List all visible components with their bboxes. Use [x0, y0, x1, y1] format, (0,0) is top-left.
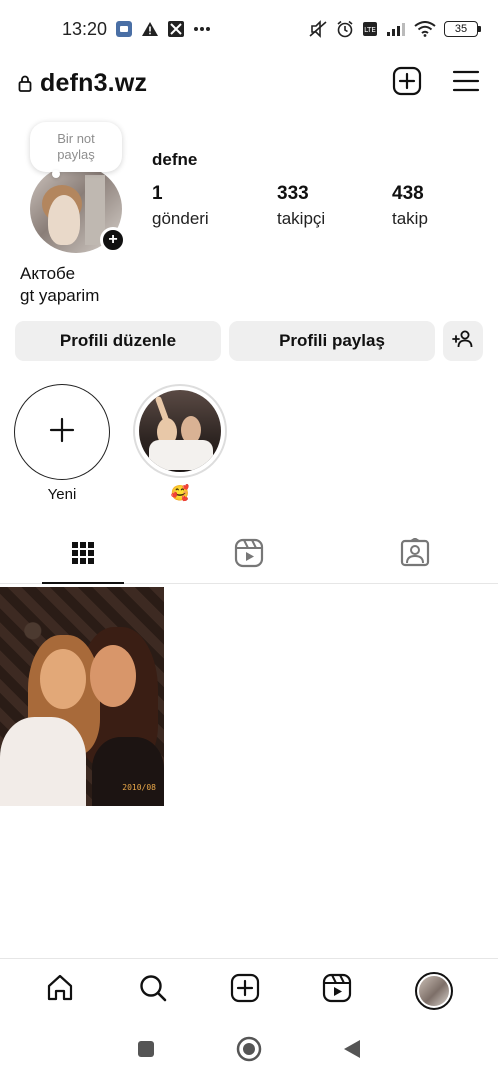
posts-label: gönderi [152, 209, 209, 228]
highlight-ring [133, 384, 227, 478]
reels-nav-icon[interactable] [322, 973, 352, 1008]
bio: Актобе gt yaparim [20, 263, 99, 307]
status-time: 13:20 [62, 18, 108, 39]
bio-line: gt yaparim [20, 286, 100, 305]
account-username[interactable]: defn3.wz [40, 69, 147, 98]
edit-profile-button[interactable]: Profili düzenle [15, 321, 221, 361]
back-icon[interactable] [342, 1038, 362, 1065]
new-highlight-label: Yeni [47, 486, 77, 503]
search-icon[interactable] [138, 973, 168, 1008]
display-name: defne [152, 150, 198, 169]
more-notifications-icon [193, 26, 211, 32]
following-count: 438 [392, 183, 424, 204]
gallery-notification-icon [115, 20, 133, 38]
home-icon[interactable] [45, 973, 75, 1008]
battery-indicator: 35 [444, 21, 481, 37]
wifi-icon [414, 21, 436, 37]
add-story-icon[interactable]: + [100, 227, 126, 253]
signal-icon [386, 22, 406, 36]
posts-stat[interactable]: 1 gönderi [152, 183, 209, 229]
posts-count: 1 [152, 183, 163, 204]
tagged-icon [400, 537, 430, 573]
menu-icon[interactable] [452, 69, 480, 98]
new-highlight[interactable]: Yeni [14, 384, 110, 503]
followers-stat[interactable]: 333 takipçi [277, 183, 325, 229]
system-navigation [0, 1022, 498, 1080]
volte-icon: LTE [362, 21, 378, 37]
mute-icon [308, 20, 328, 38]
share-note-bubble[interactable]: Bir not paylaş [30, 122, 122, 178]
create-new-icon[interactable] [392, 66, 422, 101]
svg-text:LTE: LTE [364, 26, 376, 34]
profile-nav-avatar[interactable] [414, 971, 453, 1010]
followers-label: takipçi [277, 209, 326, 228]
warning-icon [141, 21, 159, 37]
story-highlight[interactable]: 🥰 [133, 384, 227, 502]
profile-tabs [0, 528, 498, 584]
bio-line: Актобе [20, 264, 76, 283]
tab-reels[interactable] [166, 528, 332, 583]
recents-icon[interactable] [136, 1039, 156, 1064]
tab-posts-grid[interactable] [0, 528, 166, 584]
share-profile-button[interactable]: Profili paylaş [229, 321, 435, 361]
new-highlight-circle [14, 384, 110, 480]
profile-header: defn3.wz [0, 58, 498, 108]
photo-date-stamp: 2010/08 [122, 783, 156, 792]
following-stat[interactable]: 438 takip [392, 183, 428, 229]
status-left-icons [115, 20, 211, 38]
lock-icon [18, 74, 32, 92]
create-post-icon[interactable] [230, 973, 260, 1008]
reels-icon [234, 538, 264, 573]
discover-people-button[interactable] [443, 321, 483, 361]
add-person-icon [452, 330, 474, 353]
grid-icon [71, 541, 95, 570]
post-thumbnail[interactable]: 2010/08 [0, 587, 164, 806]
profile-actions: Profili düzenle Profili paylaş [15, 321, 483, 361]
alarm-icon [336, 20, 354, 38]
story-highlight-label: 🥰 [170, 485, 190, 502]
status-bar: 13:20 LTE 35 [0, 0, 498, 58]
following-label: takip [392, 209, 428, 228]
tab-tagged[interactable] [332, 528, 498, 583]
app-notification-icon [167, 20, 185, 38]
home-button-icon[interactable] [236, 1036, 262, 1067]
highlight-cover [139, 390, 221, 472]
profile-avatar[interactable]: + [30, 165, 126, 253]
bottom-navigation [0, 958, 498, 1022]
followers-count: 333 [277, 183, 309, 204]
plus-icon [49, 417, 75, 448]
status-right-icons: LTE 35 [308, 20, 481, 38]
